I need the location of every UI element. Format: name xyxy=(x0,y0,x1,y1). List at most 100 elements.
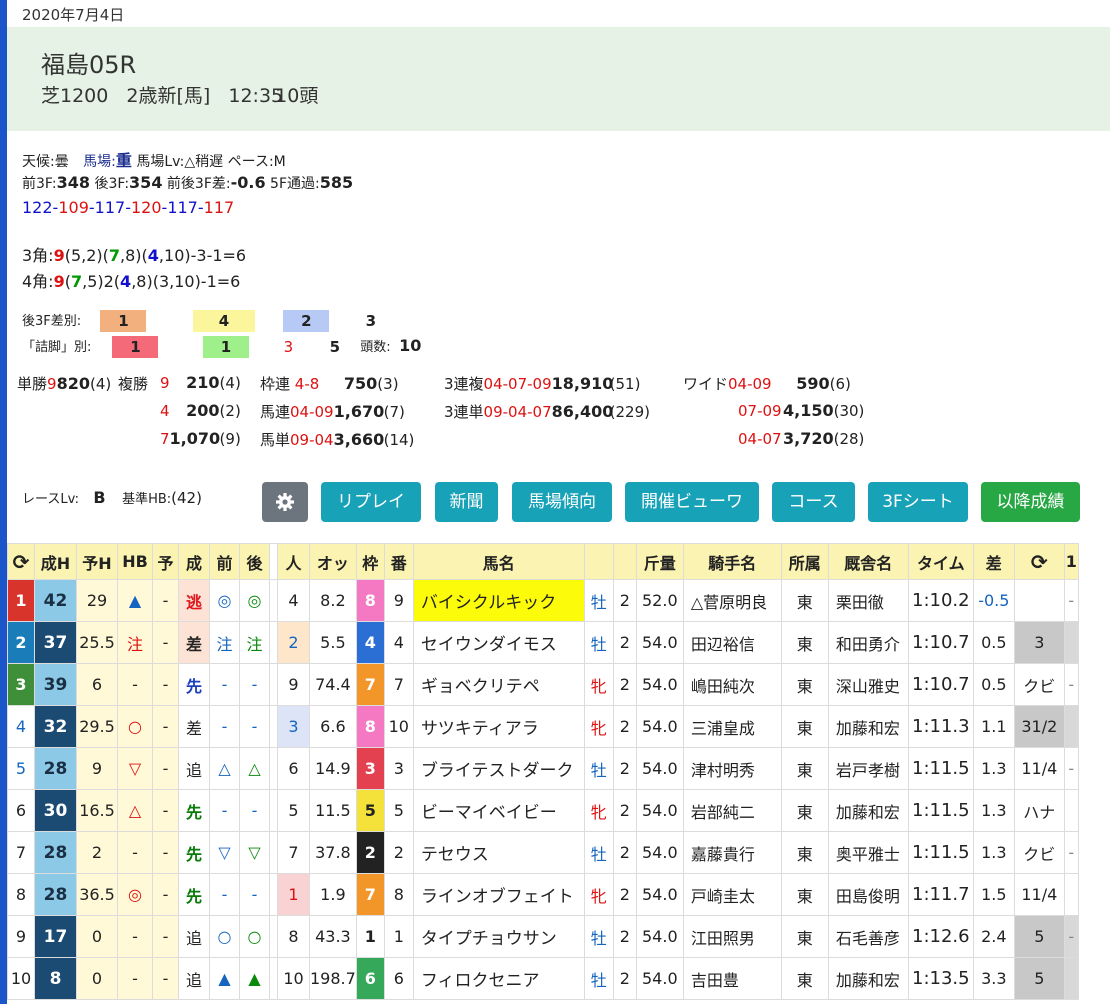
lap-value: 117 xyxy=(203,198,235,217)
table-row[interactable]: 1 42 29 ▲ - 逃 ◎ ◎ 4 8.2 8 9 バイシクルキック牡 2 52.0 △菅原明良東栗田徹 1… xyxy=(7,579,1079,622)
table-cell: 25.5 xyxy=(76,621,118,664)
table-cell: 東 xyxy=(780,747,829,790)
table-cell: 7 xyxy=(277,831,310,874)
table-cell: ▲ xyxy=(209,957,240,1000)
l3-rank-row: 後3F差別: 1 4 2 3 xyxy=(22,310,377,332)
split-info-line: 前3F:348 後3F:354 前後3F差:-0.6 5F通過:585 xyxy=(22,173,354,192)
table-cell: 2 xyxy=(612,579,637,622)
table-cell: 1 xyxy=(7,579,35,622)
col-header: 斤量 xyxy=(635,543,684,580)
table-row[interactable]: 10 8 0- - 追 ▲ ▲ 10 198.7 6 6 フィロクセニア牡 2 54.0 吉田豊東加藤和宏 1… xyxy=(7,957,1079,1000)
table-cell: 6 xyxy=(355,957,385,1000)
table-row[interactable]: 7 28 2- - 先 ▽ ▽ 7 37.8 2 2 テセウス牡 2 54.0 嘉藤貴行東奥平雅士 1:11.… xyxy=(7,831,1079,874)
track-trend-button[interactable]: 馬場傾向 xyxy=(512,482,612,522)
wide-payout-2: 07-094,150(30) xyxy=(738,401,865,420)
table-cell: 54.0 xyxy=(635,831,684,874)
table-cell: 東 xyxy=(780,873,829,916)
table-cell: 1:11.5 xyxy=(907,831,974,874)
table-cell: 牡 xyxy=(583,579,614,622)
table-cell: 2 xyxy=(76,831,118,874)
table-cell: 14.9 xyxy=(309,747,357,790)
table-cell: 注 xyxy=(209,621,240,664)
table-cell: 28 xyxy=(34,747,77,790)
table-cell: 7 xyxy=(355,873,385,916)
table-cell: - xyxy=(117,957,153,1000)
table-cell: - xyxy=(152,873,179,916)
table-cell: 2 xyxy=(355,831,385,874)
table-cell: 2 xyxy=(383,831,414,874)
table-cell: 東 xyxy=(780,579,829,622)
settings-button[interactable] xyxy=(262,482,308,522)
table-cell: - xyxy=(1063,579,1079,622)
table-cell: 31/2 xyxy=(1013,705,1065,748)
table-cell: 5 xyxy=(7,747,35,790)
table-cell: 4 xyxy=(277,579,310,622)
col-header: 後 xyxy=(239,543,270,580)
table-cell: 2 xyxy=(612,831,637,874)
table-row[interactable]: 5 28 9 ▽ - 追 △ △ 6 14.9 3 3 ブライテストダーク牡 2 54.0 津村明秀東岩戸孝樹… xyxy=(7,747,1079,790)
table-cell xyxy=(1063,789,1079,832)
table-cell: - xyxy=(117,663,153,706)
wakuren-payout: 枠連 4-8 750(3) xyxy=(260,374,399,393)
table-cell: 岩部純二 xyxy=(682,789,782,832)
table-cell: 0 xyxy=(76,915,118,958)
table-cell: 54.0 xyxy=(635,873,684,916)
table-cell: - xyxy=(117,915,153,958)
fukusho-2: 4 200(2) xyxy=(160,401,241,420)
refresh-icon[interactable]: ⟳ xyxy=(7,543,35,580)
table-cell: 5 xyxy=(277,789,310,832)
table-cell: テセウス xyxy=(412,831,585,874)
table-cell: △菅原明良 xyxy=(682,579,782,622)
newspaper-button[interactable]: 新聞 xyxy=(435,482,498,522)
table-cell: - xyxy=(152,957,179,1000)
table-row[interactable]: 4 32 29.5 ○ - 差 - -3 6.6 8 10 サツキティアラ牝 2 54.0 三浦皇成東加藤和… xyxy=(7,705,1079,748)
table-row[interactable]: 2 37 25.5 注 - 差注注 2 5.5 4 4 セイウンダイモス牡 2 54.0 田辺裕信東和田勇… xyxy=(7,621,1079,664)
table-cell: 追 xyxy=(178,957,210,1000)
table-cell: - xyxy=(1063,831,1079,874)
course-button[interactable]: コース xyxy=(772,482,855,522)
table-cell: 吉田豊 xyxy=(682,957,782,1000)
table-cell: 17 xyxy=(34,915,77,958)
table-cell: 8 xyxy=(383,873,414,916)
lap-value: 117 xyxy=(167,198,198,217)
umaren-payout: 馬連04-091,670(7) xyxy=(260,402,405,421)
table-cell: タイプチョウサン xyxy=(412,915,585,958)
col-header: タイム xyxy=(907,543,974,580)
refresh-icon[interactable]: ⟳ xyxy=(1013,543,1065,580)
table-body: 1 42 29 ▲ - 逃 ◎ ◎ 4 8.2 8 9 バイシクルキック牡 2 52.0 △菅原明良東栗田徹 1… xyxy=(7,579,1079,1000)
table-cell: 54.0 xyxy=(635,705,684,748)
table-row[interactable]: 9 17 0- - 追 ○ ○ 8 43.3 1 1 タイプチョウサン牡 2 54.0 江田照男東石毛善彦 1… xyxy=(7,915,1079,958)
table-row[interactable]: 6 30 16.5 △ - 先 - -5 11.5 5 5 ビーマイベイビー牝 2 54.0 岩部純二東加藤… xyxy=(7,789,1079,832)
table-cell: 東 xyxy=(780,957,829,1000)
table-cell xyxy=(1063,705,1079,748)
3f-sheet-button[interactable]: 3Fシート xyxy=(868,482,968,522)
table-cell: 2.4 xyxy=(972,915,1015,958)
table-cell: 10 xyxy=(277,957,310,1000)
table-cell: 栗田徹 xyxy=(827,579,909,622)
table-cell: 1 xyxy=(383,915,414,958)
meeting-viewer-button[interactable]: 開催ビューワ xyxy=(625,482,759,522)
table-cell: - xyxy=(117,831,153,874)
table-cell: 1.3 xyxy=(972,831,1015,874)
table-cell: 8 xyxy=(7,873,35,916)
table-cell: 10 xyxy=(7,957,35,1000)
table-cell: 54.0 xyxy=(635,789,684,832)
replay-button[interactable]: リプレイ xyxy=(321,482,421,522)
table-cell: 牡 xyxy=(583,621,614,664)
table-row[interactable]: 3 39 6- - 先 - -9 74.4 7 7 ギョベクリテペ牝 2 54.0 嶋田純次東深山雅史 1:… xyxy=(7,663,1079,706)
table-cell xyxy=(269,663,278,706)
table-cell: 2 xyxy=(7,621,35,664)
gear-icon xyxy=(276,493,294,511)
table-cell: 牝 xyxy=(583,873,614,916)
col-header: 予H xyxy=(76,543,118,580)
table-cell: 3 xyxy=(7,663,35,706)
table-cell: 7 xyxy=(383,663,414,706)
later-results-button[interactable]: 以降成績 xyxy=(981,482,1080,522)
table-cell: 津村明秀 xyxy=(682,747,782,790)
race-date: 2020年7月4日 xyxy=(22,6,125,24)
table-cell: 東 xyxy=(780,705,829,748)
track-level: △稍遅 xyxy=(184,154,224,170)
table-cell: △ xyxy=(239,747,270,790)
table-cell: 加藤和宏 xyxy=(827,789,909,832)
table-row[interactable]: 8 28 36.5 ◎ - 先 - -1 1.9 7 8 ラインオブフェイト牝 2 54.0 戸崎圭太東田島… xyxy=(7,873,1079,916)
